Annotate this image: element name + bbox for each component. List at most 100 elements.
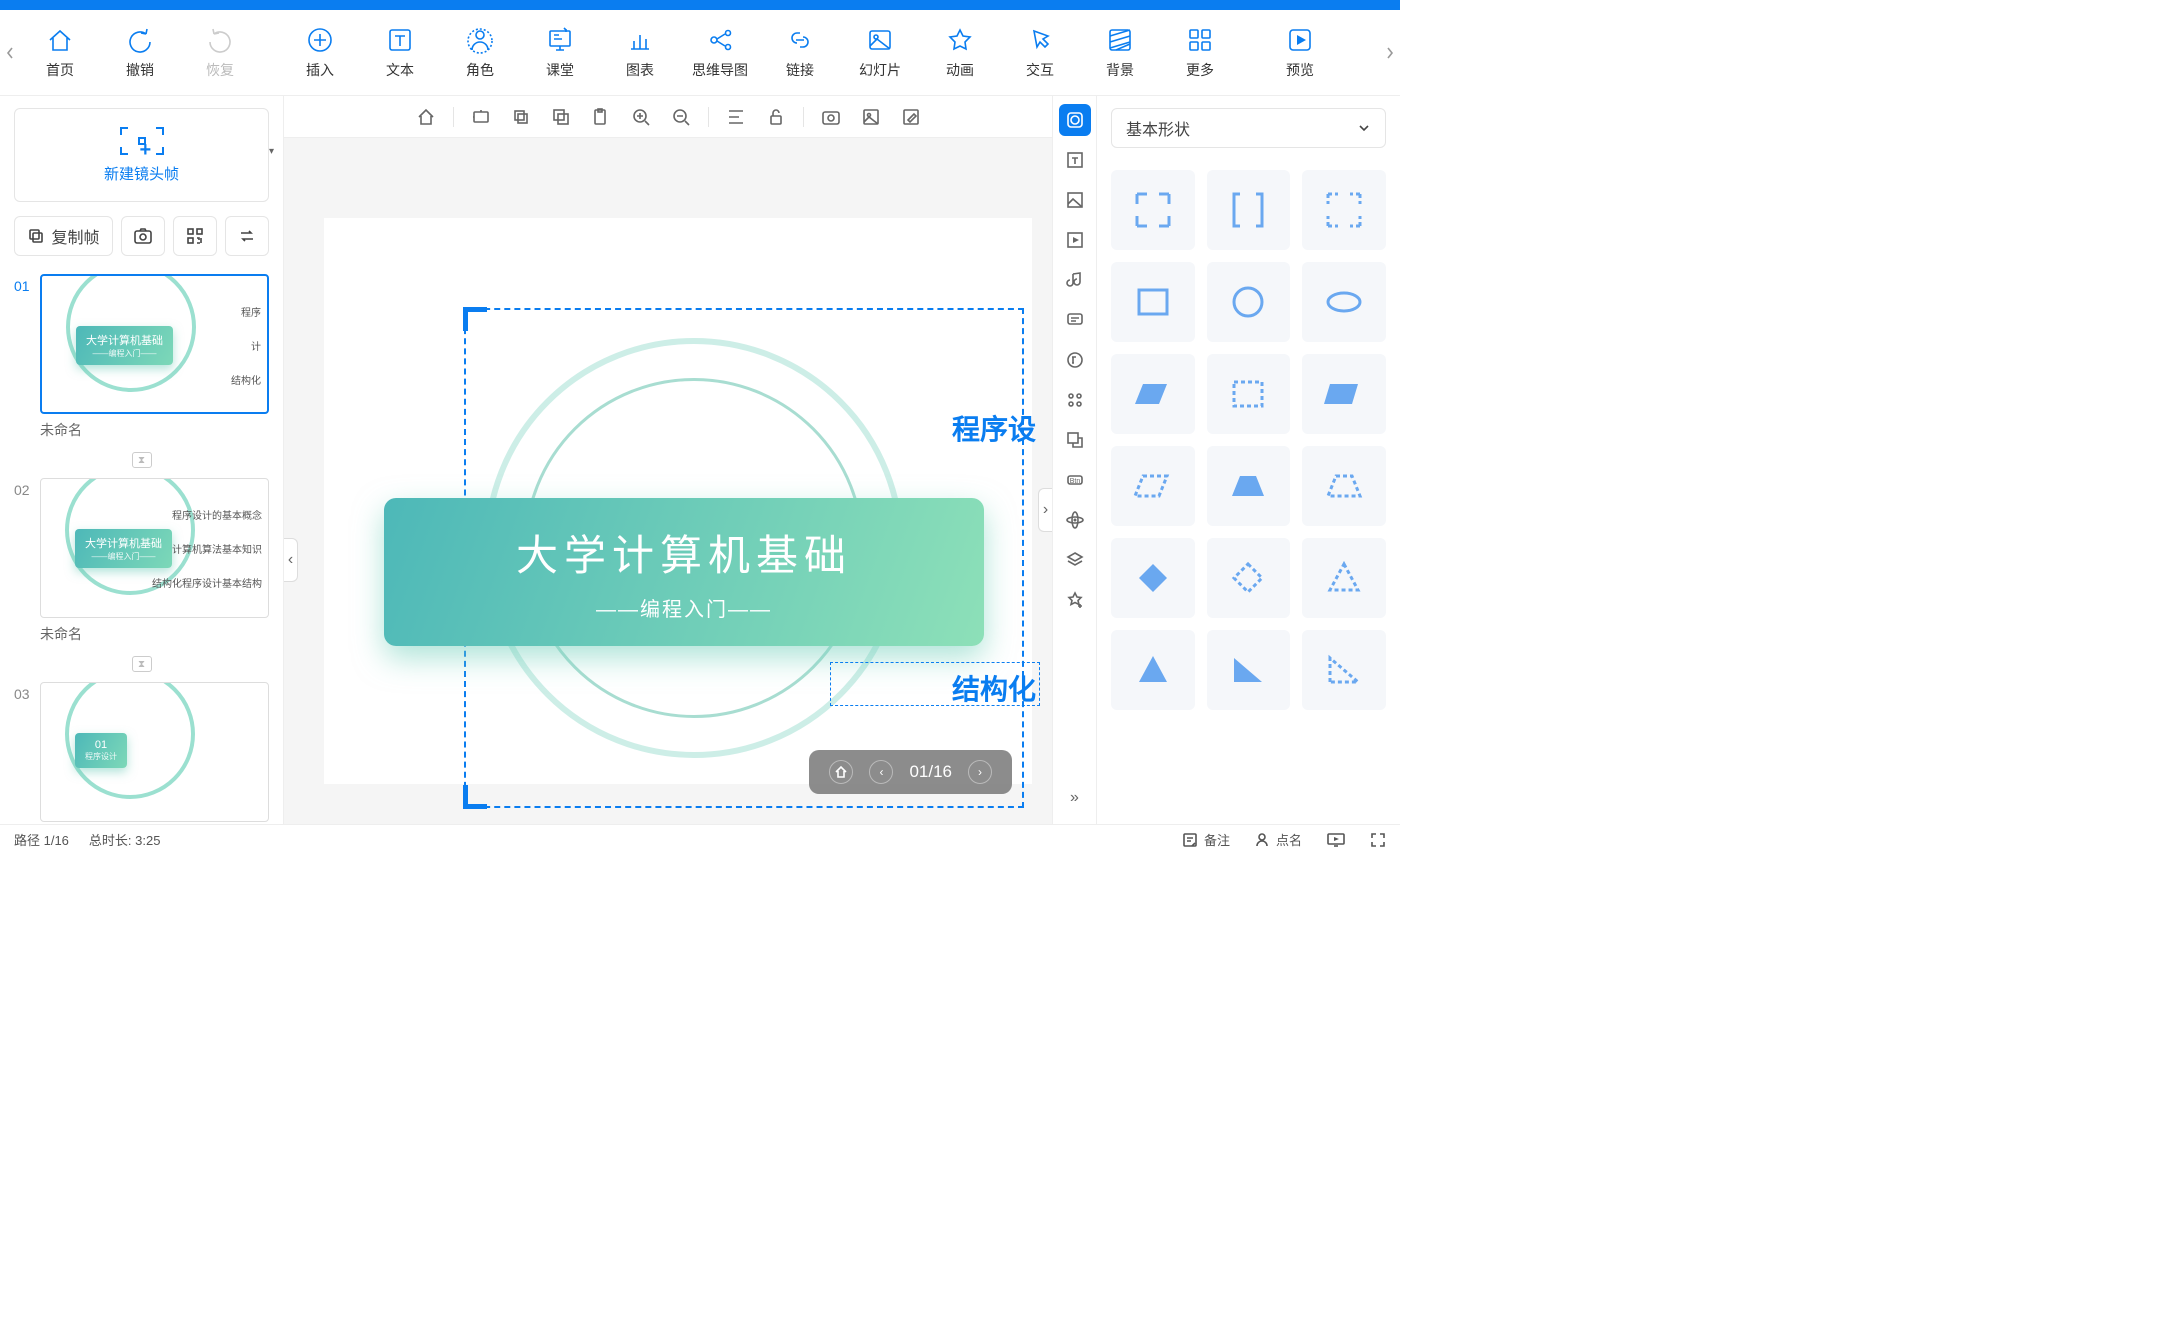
toolbar-pattern-button[interactable]: 背景 xyxy=(1080,10,1160,96)
shape-category-select[interactable]: 基本形状 xyxy=(1111,108,1386,148)
frames-panel: + 新建镜头帧 ▾ 复制帧 01大学计算机基础——编程入门——程序计结构化未命名… xyxy=(0,96,284,824)
toolbar-image-button[interactable]: 幻灯片 xyxy=(840,10,920,96)
link-icon xyxy=(786,26,814,54)
shape-trapezoid[interactable] xyxy=(1207,446,1291,526)
frame-thumb-01[interactable]: 01大学计算机基础——编程入门——程序计结构化未命名 xyxy=(14,274,269,440)
canvas[interactable]: 11 大学计算机基础 ——编程入门—— 程序设 结构化 ‹ › ‹ 01/16 … xyxy=(284,138,1052,824)
new-frame-dropdown[interactable]: ▾ xyxy=(269,146,283,157)
layers-tab-icon[interactable] xyxy=(1059,544,1091,576)
transform-tab-icon[interactable] xyxy=(1059,424,1091,456)
collapse-right-icon[interactable]: » xyxy=(1059,782,1091,814)
shape-trapezoid-flip[interactable] xyxy=(1302,354,1386,434)
toolbar-text-button[interactable]: 文本 xyxy=(360,10,440,96)
zoom-in-icon[interactable] xyxy=(628,104,654,130)
toolbar-mindmap-button[interactable]: 思维导图 xyxy=(680,10,760,96)
shape-ellipse[interactable] xyxy=(1302,262,1386,342)
grid-icon xyxy=(1186,26,1214,54)
snapshot-icon[interactable] xyxy=(818,104,844,130)
present-icon[interactable] xyxy=(1326,832,1346,848)
image-tab-icon[interactable] xyxy=(1059,184,1091,216)
redo-icon xyxy=(206,26,234,54)
shape-trapezoid-dashed[interactable] xyxy=(1302,446,1386,526)
toolbar-undo-button[interactable]: 撤销 xyxy=(100,10,180,96)
edit-icon[interactable] xyxy=(898,104,924,130)
atom-tab-icon[interactable] xyxy=(1059,504,1091,536)
image-icon xyxy=(866,26,894,54)
transition-indicator[interactable]: ⧗ xyxy=(14,452,269,468)
shape-parallelogram-dashed[interactable] xyxy=(1111,446,1195,526)
rollcall-button[interactable]: 点名 xyxy=(1254,830,1302,849)
formula-tab-icon[interactable] xyxy=(1059,344,1091,376)
toolbar-redo-button[interactable]: 恢复 xyxy=(180,10,260,96)
home-icon[interactable] xyxy=(413,104,439,130)
expand-left-handle[interactable]: ‹ xyxy=(284,538,298,582)
shape-right-triangle[interactable] xyxy=(1207,630,1291,710)
fullscreen-icon[interactable] xyxy=(1370,832,1386,848)
shape-circle[interactable] xyxy=(1207,262,1291,342)
toolbar-home-button[interactable]: 首页 xyxy=(20,10,100,96)
align-icon[interactable] xyxy=(723,104,749,130)
widgets-tab-icon[interactable] xyxy=(1059,384,1091,416)
expand-right-handle[interactable]: › xyxy=(1038,488,1052,532)
toolbar-scroll-right[interactable] xyxy=(1380,10,1400,96)
toolbar-star-button[interactable]: 动画 xyxy=(920,10,1000,96)
shape-diamond[interactable] xyxy=(1111,538,1195,618)
button-tab-icon[interactable]: Btn xyxy=(1059,464,1091,496)
new-frame-button[interactable]: + 新建镜头帧 xyxy=(14,108,269,202)
pager-home-icon[interactable] xyxy=(829,760,853,784)
label-struct[interactable]: 结构化 xyxy=(952,668,1036,708)
toolbar-link-button[interactable]: 链接 xyxy=(760,10,840,96)
toolbar-grid-button[interactable]: 更多 xyxy=(1160,10,1240,96)
duration-indicator: 总时长: 3:25 xyxy=(89,830,161,849)
zoom-out-icon[interactable] xyxy=(668,104,694,130)
shape-parallelogram[interactable] xyxy=(1111,354,1195,434)
play-icon xyxy=(1286,26,1314,54)
notes-button[interactable]: 备注 xyxy=(1182,830,1230,849)
shape-right-triangle-dashed[interactable] xyxy=(1302,630,1386,710)
audio-tab-icon[interactable] xyxy=(1059,264,1091,296)
pager-next-icon[interactable]: › xyxy=(968,760,992,784)
text-tab-icon[interactable] xyxy=(1059,144,1091,176)
shape-frame-dashed[interactable] xyxy=(1302,170,1386,250)
qr-button[interactable] xyxy=(173,216,217,256)
shape-diamond-dashed[interactable] xyxy=(1207,538,1291,618)
copy-frame-button[interactable]: 复制帧 xyxy=(14,216,113,256)
loop-button[interactable] xyxy=(225,216,269,256)
favorite-tab-icon[interactable] xyxy=(1059,584,1091,616)
undo-icon xyxy=(126,26,154,54)
label-program[interactable]: 程序设 xyxy=(952,408,1036,448)
toolbar-plus-circle-button[interactable]: 插入 xyxy=(280,10,360,96)
video-tab-icon[interactable] xyxy=(1059,224,1091,256)
title-card[interactable]: 大学计算机基础 ——编程入门—— xyxy=(384,498,984,646)
toolbar-person-button[interactable]: 角色 xyxy=(440,10,520,96)
shape-rect[interactable] xyxy=(1111,262,1195,342)
copy-icon[interactable] xyxy=(508,104,534,130)
fit-icon[interactable] xyxy=(468,104,494,130)
shapes-tab-icon[interactable] xyxy=(1059,104,1091,136)
shapes-panel: 基本形状 xyxy=(1096,96,1400,824)
lock-icon[interactable] xyxy=(763,104,789,130)
duplicate-icon[interactable] xyxy=(548,104,574,130)
toolbar-chart-button[interactable]: 图表 xyxy=(600,10,680,96)
chat-tab-icon[interactable] xyxy=(1059,304,1091,336)
pager-prev-icon[interactable]: ‹ xyxy=(869,760,893,784)
camera-button[interactable] xyxy=(121,216,165,256)
path-indicator: 路径 1/16 xyxy=(14,830,69,849)
shape-triangle[interactable] xyxy=(1111,630,1195,710)
transition-indicator[interactable]: ⧗ xyxy=(14,656,269,672)
shape-rect-dashed[interactable] xyxy=(1207,354,1291,434)
frame-thumb-03[interactable]: 0301程序设计 xyxy=(14,682,269,822)
canvas-area: 11 大学计算机基础 ——编程入门—— 程序设 结构化 ‹ › ‹ 01/16 … xyxy=(284,96,1052,824)
shape-frame-solid[interactable] xyxy=(1111,170,1195,250)
toolbar-scroll-left[interactable] xyxy=(0,10,20,96)
shape-bracket[interactable] xyxy=(1207,170,1291,250)
image-icon[interactable] xyxy=(858,104,884,130)
shape-triangle-dashed[interactable] xyxy=(1302,538,1386,618)
frame-thumb-02[interactable]: 02大学计算机基础——编程入门——程序设计的基本概念计算机算法基本知识结构化程序… xyxy=(14,478,269,644)
pattern-icon xyxy=(1106,26,1134,54)
board-icon xyxy=(546,26,574,54)
toolbar-board-button[interactable]: 课堂 xyxy=(520,10,600,96)
toolbar-play-button[interactable]: 预览 xyxy=(1260,10,1340,96)
toolbar-pointer-button[interactable]: 交互 xyxy=(1000,10,1080,96)
paste-icon[interactable] xyxy=(588,104,614,130)
